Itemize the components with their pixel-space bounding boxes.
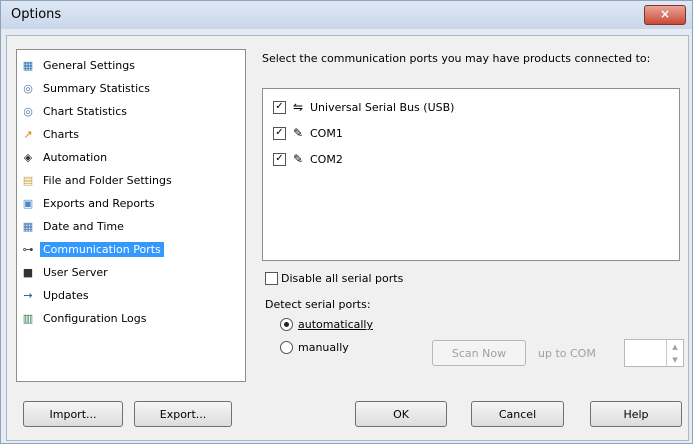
tree-item-label: User Server (43, 266, 108, 279)
port-checkbox[interactable]: ✓ (273, 126, 286, 140)
radio-button[interactable] (280, 341, 293, 354)
tree-item-label: File and Folder Settings (43, 174, 172, 187)
usb-icon: ⇋ (292, 100, 304, 114)
tree-item[interactable]: ▤ File and Folder Settings (20, 171, 175, 190)
up-to-com-spinner[interactable]: ▲ ▼ (624, 339, 684, 367)
port-row[interactable]: ✓ ✎ COM1 (273, 123, 343, 143)
scan-now-label: Scan Now (451, 346, 507, 360)
tree-item[interactable]: ▣ Exports and Reports (20, 194, 158, 213)
help-button[interactable]: Help (590, 401, 682, 427)
up-to-com-label: up to COM (538, 347, 596, 360)
radio-automatically-label: automatically (298, 318, 373, 331)
tree-item[interactable]: ▦ Date and Time (20, 217, 127, 236)
port-label: COM1 (310, 126, 343, 140)
scan-now-button[interactable]: Scan Now (432, 340, 526, 366)
tree-item-label: Chart Statistics (43, 105, 128, 118)
serial-port-icon: ✎ (292, 152, 304, 166)
tree-item-label: Summary Statistics (43, 82, 150, 95)
tree-item-label: Date and Time (43, 220, 124, 233)
radio-button[interactable] (280, 318, 293, 331)
port-checkbox[interactable]: ✓ (273, 100, 286, 114)
title-bar[interactable]: Options × (1, 1, 692, 29)
ok-label: OK (393, 407, 409, 421)
options-category-tree[interactable]: ▦ General Settings ◎ Summary Statistics ◎ Cha… (16, 49, 246, 382)
tree-item[interactable]: ▦ General Settings (20, 56, 138, 75)
port-label: COM2 (310, 152, 343, 166)
ports-list[interactable]: ✓ ⇋ Universal Serial Bus (USB) ✓ ✎ COM1 ✓ ✎ COM2 (262, 88, 680, 261)
tree-item[interactable]: ⊶ Communication Ports (20, 240, 164, 259)
charts-icon: ↗ (23, 128, 33, 141)
tree-item-label: Charts (43, 128, 79, 141)
tree-item-label: Configuration Logs (43, 312, 147, 325)
serial-port-icon: ✎ (292, 126, 304, 140)
tree-item[interactable]: ◎ Summary Statistics (20, 79, 153, 98)
cancel-label: Cancel (498, 407, 537, 421)
detect-manually-radio[interactable]: manually (280, 341, 349, 354)
ok-button[interactable]: OK (355, 401, 447, 427)
tree-item[interactable]: → Updates (20, 286, 92, 305)
tree-item[interactable]: ↗ Charts (20, 125, 82, 144)
tree-item-label: Communication Ports (40, 242, 164, 257)
tree-item[interactable]: ◈ Automation (20, 148, 110, 167)
radio-manually-label: manually (298, 341, 349, 354)
tree-item-label: Automation (43, 151, 108, 164)
summary-statistics-icon: ◎ (23, 82, 33, 95)
user-server-icon: ■ (22, 266, 34, 279)
folder-icon: ▤ (22, 174, 34, 187)
tree-item[interactable]: ◎ Chart Statistics (20, 102, 130, 121)
checkbox-box[interactable] (265, 272, 278, 285)
tree-item-label: General Settings (43, 59, 135, 72)
close-icon: × (659, 7, 671, 21)
tree-item[interactable]: ■ User Server (20, 263, 111, 282)
export-label: Export... (159, 407, 207, 421)
cancel-button[interactable]: Cancel (471, 401, 564, 427)
import-label: Import... (49, 407, 97, 421)
import-button[interactable]: Import... (23, 401, 123, 427)
spin-up-icon[interactable]: ▲ (667, 340, 683, 353)
date-time-icon: ▦ (22, 220, 34, 233)
port-row[interactable]: ✓ ✎ COM2 (273, 149, 343, 169)
ports-instruction: Select the communication ports you may h… (262, 52, 651, 65)
disable-serial-ports-label: Disable all serial ports (281, 272, 404, 285)
configuration-logs-icon: ▥ (22, 312, 34, 325)
spin-down-icon[interactable]: ▼ (667, 353, 683, 366)
window-title: Options (11, 7, 62, 22)
tree-item-label: Exports and Reports (43, 197, 155, 210)
communication-ports-icon: ⊶ (22, 243, 34, 256)
help-label: Help (623, 407, 649, 421)
detect-serial-ports-label: Detect serial ports: (265, 298, 371, 311)
port-checkbox[interactable]: ✓ (273, 152, 286, 166)
export-button[interactable]: Export... (134, 401, 232, 427)
exports-icon: ▣ (22, 197, 34, 210)
port-row[interactable]: ✓ ⇋ Universal Serial Bus (USB) (273, 97, 454, 117)
port-label: Universal Serial Bus (USB) (310, 100, 455, 114)
updates-icon: → (23, 289, 33, 302)
close-button[interactable]: × (644, 5, 686, 25)
disable-serial-ports-checkbox[interactable]: Disable all serial ports (265, 272, 403, 285)
chart-statistics-icon: ◎ (23, 105, 33, 118)
tree-item-label: Updates (43, 289, 89, 302)
tree-item[interactable]: ▥ Configuration Logs (20, 309, 149, 328)
detect-automatically-radio[interactable]: automatically (280, 318, 373, 331)
general-settings-icon: ▦ (22, 59, 34, 72)
automation-icon: ◈ (23, 151, 33, 164)
